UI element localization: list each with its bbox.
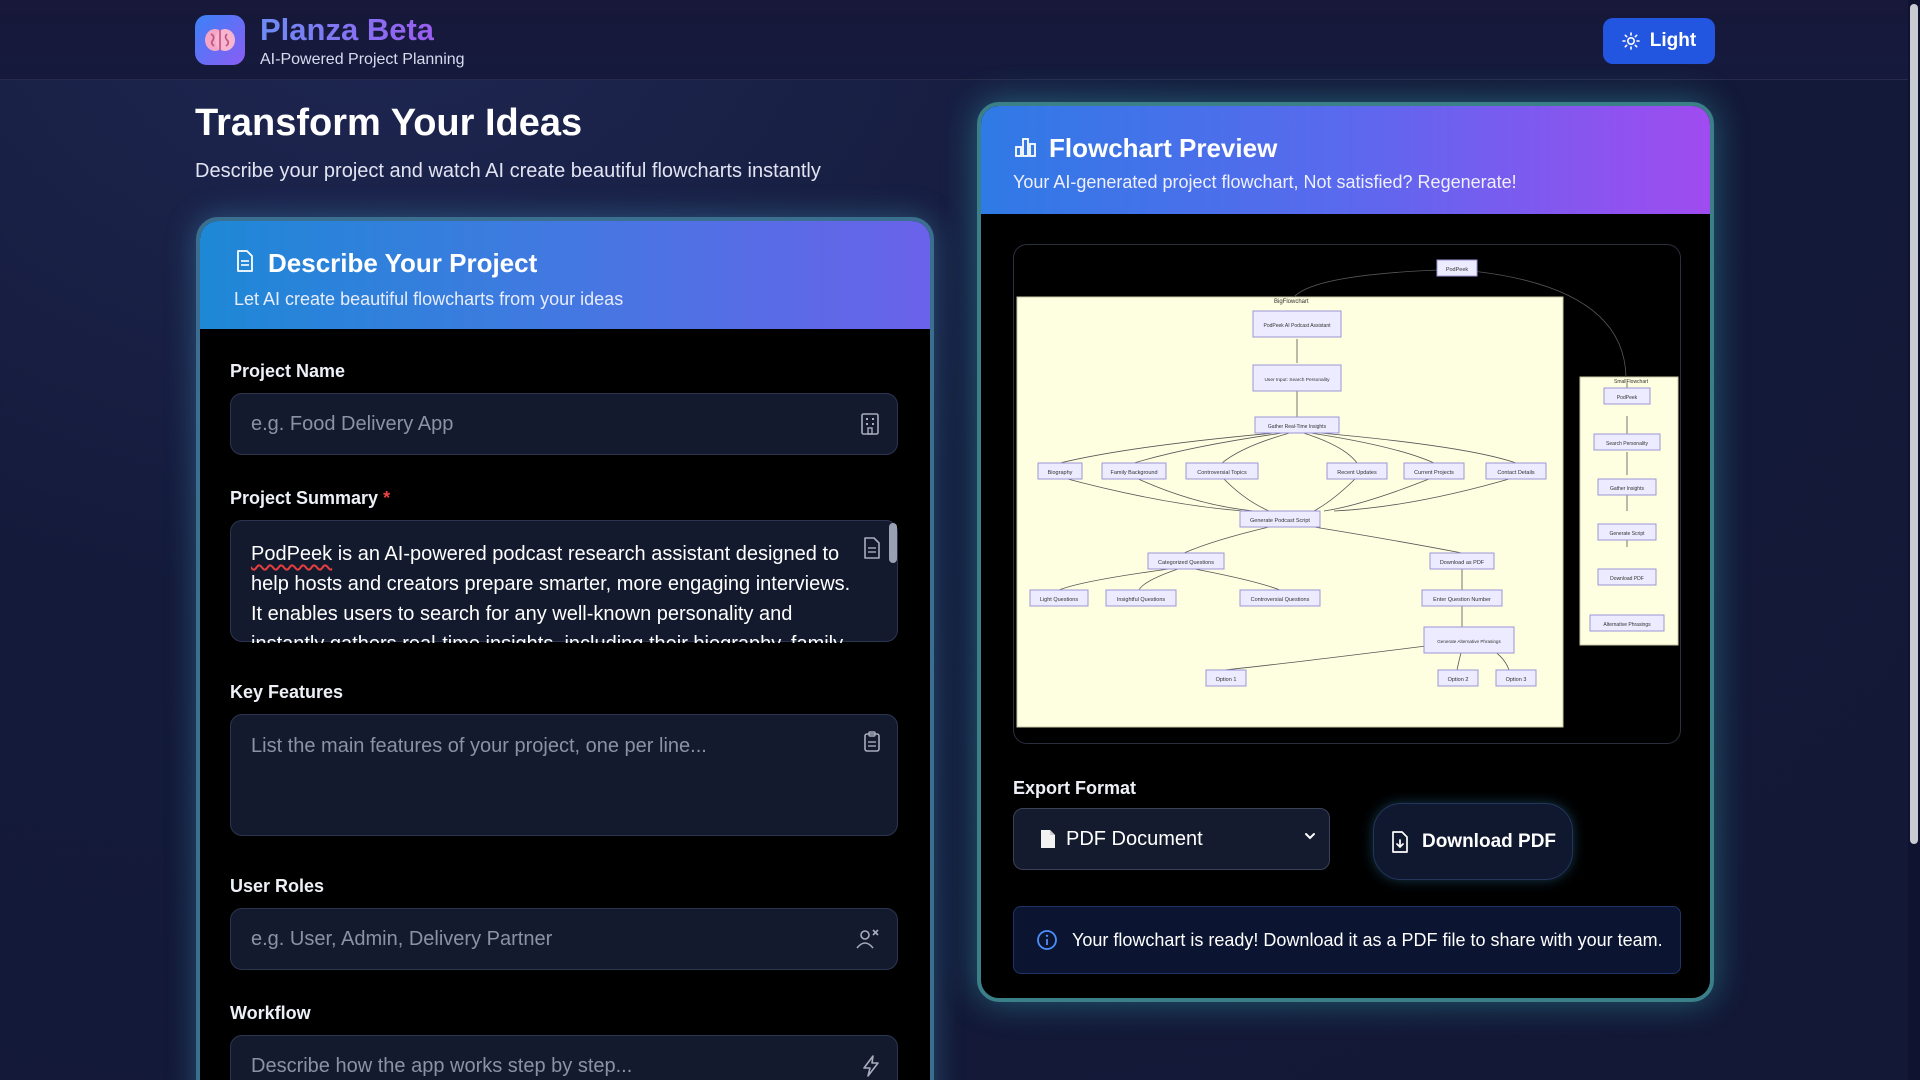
- small-flowchart-bg: [1579, 376, 1679, 646]
- flow-node-controversial-q-label: Controversial Questions: [1251, 597, 1310, 603]
- required-marker: *: [383, 488, 391, 508]
- flow-node-projects-label: Current Projects: [1414, 470, 1454, 476]
- big-flowchart-label: BigFlowchart: [1274, 299, 1309, 305]
- describe-project-subtitle: Let AI create beautiful flowcharts from …: [234, 289, 624, 309]
- workflow-placeholder: Describe how the app works step by step.…: [251, 1055, 633, 1077]
- key-features-placeholder: List the main features of your project, …: [251, 735, 707, 757]
- info-icon: [1037, 930, 1057, 950]
- flow-node-option1-label: Option 1: [1216, 677, 1237, 683]
- small-node-5-label: Alternative Phrasings: [1603, 622, 1651, 628]
- export-format-value: PDF Document: [1066, 827, 1203, 850]
- export-format-select[interactable]: PDF Document: [1013, 808, 1330, 870]
- theme-toggle-button[interactable]: Light: [1603, 18, 1715, 64]
- small-node-3-label: Generate Script: [1609, 531, 1645, 537]
- document-icon: [864, 537, 880, 559]
- hero-title: Transform Your Ideas: [195, 102, 583, 144]
- project-summary-label-text: Project Summary: [230, 488, 379, 508]
- flowchart-preview-title: Flowchart Preview: [1049, 133, 1278, 163]
- download-pdf-label: Download PDF: [1421, 830, 1557, 852]
- flowchart-preview-card: Flowchart Preview Your AI-generated proj…: [977, 102, 1714, 1002]
- summary-first-word: PodPeek: [251, 543, 333, 565]
- flowchart-canvas[interactable]: BigFlowchart SmallFlowchart PodPeek PodP…: [1013, 244, 1681, 744]
- key-features-textarea[interactable]: List the main features of your project, …: [230, 714, 898, 836]
- describe-project-header: Describe Your Project Let AI create beau…: [200, 221, 930, 329]
- workflow-label: Workflow: [230, 1003, 311, 1023]
- document-icon: [1041, 830, 1055, 848]
- users-icon: [856, 929, 879, 949]
- brand-title: Planza Beta: [260, 12, 435, 47]
- flow-node-input-label: User Input: Search Personality: [1264, 377, 1330, 383]
- describe-project-title: Describe Your Project: [268, 248, 538, 278]
- page-scroll-thumb[interactable]: [1910, 4, 1918, 844]
- user-roles-label: User Roles: [230, 876, 325, 896]
- flow-node-alternative-label: Generate Alternative Phrasings: [1437, 639, 1501, 644]
- brain-logo-icon: [195, 15, 245, 65]
- flow-node-script-label: Generate Podcast Script: [1250, 518, 1310, 524]
- flow-node-categorized-label: Categorized Questions: [1158, 560, 1214, 566]
- export-format-label: Export Format: [1013, 778, 1137, 798]
- bar-chart-icon: [1015, 138, 1036, 157]
- textarea-scrollbar[interactable]: [889, 523, 897, 563]
- top-header: Planza Beta AI-Powered Project Planning …: [0, 0, 1908, 80]
- project-summary-label: Project Summary *: [230, 488, 390, 509]
- info-alert: Your flowchart is ready! Download it as …: [1013, 906, 1681, 974]
- small-node-0-label: PodPeek: [1617, 395, 1638, 401]
- download-pdf-button[interactable]: Download PDF: [1373, 803, 1573, 880]
- small-flowchart-label: SmallFlowchart: [1614, 379, 1649, 385]
- flowchart-svg: BigFlowchart SmallFlowchart PodPeek PodP…: [1016, 259, 1679, 728]
- page-scrollbar[interactable]: [1908, 0, 1920, 1080]
- flow-node-recent-label: Recent Updates: [1337, 470, 1377, 476]
- project-name-input[interactable]: e.g. Food Delivery App: [230, 393, 898, 455]
- flow-node-option3-label: Option 3: [1506, 677, 1527, 683]
- brand-subtitle: AI-Powered Project Planning: [260, 51, 465, 68]
- flow-node-enter-number-label: Enter Question Number: [1433, 597, 1491, 603]
- project-summary-value: PodPeek is an AI-powered podcast researc…: [251, 539, 861, 643]
- file-download-icon: [1392, 830, 1408, 853]
- lightning-icon: [863, 1055, 879, 1077]
- describe-project-card: Describe Your Project Let AI create beau…: [196, 217, 934, 1080]
- document-icon: [237, 250, 253, 272]
- chevron-down-icon: [1305, 833, 1315, 840]
- flow-node-family-label: Family Background: [1110, 470, 1157, 476]
- flowchart-preview-subtitle: Your AI-generated project flowchart, Not…: [1013, 172, 1517, 192]
- building-icon: [861, 413, 879, 435]
- flow-node-assistant-label: PodPeek AI Podcast Assistant: [1264, 323, 1332, 329]
- flow-node-light-label: Light Questions: [1040, 597, 1078, 603]
- key-features-label: Key Features: [230, 682, 344, 702]
- flow-node-controversial-label: Controversial Topics: [1197, 470, 1247, 476]
- flow-node-option2-label: Option 2: [1448, 677, 1469, 683]
- flow-node-gather-label: Gather Real-Time Insights: [1268, 424, 1327, 430]
- flow-node-download-label: Download as PDF: [1440, 560, 1485, 566]
- summary-rest: is an AI-powered podcast research assist…: [251, 543, 851, 643]
- flow-node-biography-label: Biography: [1048, 470, 1073, 476]
- flow-node-root-label: PodPeek: [1446, 267, 1469, 273]
- theme-toggle-label: Light: [1649, 30, 1697, 51]
- user-roles-placeholder: e.g. User, Admin, Delivery Partner: [251, 928, 553, 950]
- hero-subtitle: Describe your project and watch AI creat…: [195, 160, 821, 182]
- workflow-textarea[interactable]: Describe how the app works step by step.…: [230, 1035, 898, 1080]
- small-node-2-label: Gather Insights: [1610, 486, 1644, 492]
- project-name-placeholder: e.g. Food Delivery App: [251, 413, 454, 435]
- small-node-1-label: Search Personality: [1606, 441, 1648, 447]
- project-summary-textarea[interactable]: PodPeek is an AI-powered podcast researc…: [230, 520, 898, 643]
- info-message: Your flowchart is ready! Download it as …: [1072, 929, 1663, 950]
- user-roles-input[interactable]: e.g. User, Admin, Delivery Partner: [230, 908, 898, 970]
- small-node-4-label: Download PDF: [1610, 576, 1644, 582]
- sun-icon: [1621, 32, 1640, 50]
- flow-node-insightful-label: Insightful Questions: [1117, 597, 1166, 603]
- clipboard-icon: [864, 731, 880, 752]
- flow-node-contact-label: Contact Details: [1497, 470, 1535, 476]
- flowchart-preview-header: Flowchart Preview Your AI-generated proj…: [981, 106, 1710, 214]
- project-name-label: Project Name: [230, 361, 346, 381]
